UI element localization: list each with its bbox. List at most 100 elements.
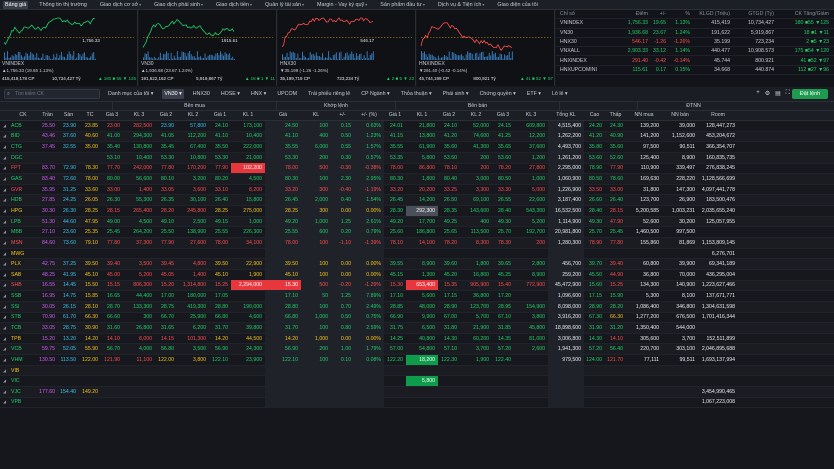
column-header[interactable]: KL 3	[123, 111, 155, 120]
stock-symbol[interactable]: MSN	[9, 238, 37, 248]
index-table-row[interactable]: VNINDEX 1,756.33 19.65 1.13% 415,419 10,734,4…	[556, 19, 834, 29]
price-row[interactable]: ◢ DGC 53.10 10,400 53.30 10,800 53.30 21,000 53.…	[0, 152, 834, 164]
pin-icon[interactable]: ◢	[0, 323, 9, 333]
pin-icon[interactable]: ◢	[0, 206, 9, 216]
topnav-item[interactable]: Giao dịch cơ sở▾	[98, 1, 143, 9]
topnav-item[interactable]: Quản lý tài sản▾	[263, 1, 306, 9]
pin-icon[interactable]: ◢	[0, 280, 9, 290]
pin-icon[interactable]: ◢	[0, 153, 9, 163]
index-table-row[interactable]: VN30 1,936.68 23.67 1.24% 191,622 5,919,867 18…	[556, 29, 834, 38]
price-row[interactable]: ◢ HPG 30.30 26.30 28.25 28.15 265,400 28.20 245,…	[0, 205, 834, 217]
price-row[interactable]: ◢ FPT 83.70 72.90 78.30 77.70 242,000 77.80 170,…	[0, 163, 834, 175]
column-header[interactable]: Giá 2	[438, 111, 460, 120]
topnav-item[interactable]: Giao dịch tiền▾	[214, 1, 254, 9]
pin-icon[interactable]: ◢	[0, 131, 9, 141]
price-row[interactable]: ◢ VIC 5,800	[0, 376, 834, 388]
column-header[interactable]: KL 3	[514, 111, 548, 120]
price-row[interactable]: ◢ VIB	[0, 365, 834, 377]
stock-symbol[interactable]: GVR	[9, 185, 37, 195]
pin-icon[interactable]: ◢	[0, 249, 9, 259]
market-tab[interactable]: HNX ▾	[249, 89, 268, 99]
price-row[interactable]: ◢ LPB 51.30 44.60 47.95 49.00 4,500 49.10 2,500 4…	[0, 216, 834, 228]
pin-icon[interactable]: ◢	[0, 355, 9, 365]
market-tab[interactable]: Danh mục của tôi ▾	[106, 89, 155, 99]
stock-symbol[interactable]: VIC	[9, 376, 37, 386]
pin-icon[interactable]: ◢	[0, 238, 9, 248]
market-tab[interactable]: HNX30	[191, 89, 212, 99]
topnav-item[interactable]: Thông tin thị trường	[37, 1, 89, 9]
stock-symbol[interactable]: HPG	[9, 206, 37, 216]
stock-symbol[interactable]: SAB	[9, 270, 37, 280]
pin-icon[interactable]: ◢	[0, 163, 9, 173]
market-tab[interactable]: HOSE ▾	[219, 89, 242, 99]
price-row[interactable]: ◢ TCB 33.05 28.75 30.90 31.60 26,800 31.65 6,200…	[0, 323, 834, 334]
price-row[interactable]: ◢ GVR 35.95 31.25 33.60 33.00 1,400 33.05 3,600 3…	[0, 184, 834, 196]
stock-symbol[interactable]: DGC	[9, 153, 37, 163]
column-header[interactable]: KL 1	[231, 111, 265, 120]
price-row[interactable]: ◢ SSI 30.05 26.15 28.10 28.70 133,300 28.75 419,…	[0, 301, 834, 313]
pin-icon[interactable]: ◢	[0, 270, 9, 280]
market-tab[interactable]: ETF ▾	[525, 89, 543, 99]
price-row[interactable]: ◢ BID 43.46 37.60 40.60 41.00 294,300 41.05 112,…	[0, 131, 834, 143]
pin-icon[interactable]: ◢	[0, 312, 9, 322]
column-header[interactable]: KL	[301, 111, 331, 120]
column-header[interactable]: Giá 2	[155, 111, 177, 120]
price-row[interactable]: ◢ ACB 25.50 23.90 23.85 23.00 282,500 23.90 57,8…	[0, 120, 834, 132]
column-header[interactable]: Giá 3	[101, 111, 123, 120]
stock-symbol[interactable]: BID	[9, 131, 37, 141]
stock-symbol[interactable]: PLX	[9, 259, 37, 269]
index-chart[interactable]: 1915.61 VN30 ▲1,936.68 (23.67 1.24%) 191,62…	[139, 10, 277, 86]
market-tab[interactable]: Chứng quyền ▾	[478, 89, 518, 99]
stock-symbol[interactable]: VHM	[9, 355, 37, 365]
column-header[interactable]: Trần	[37, 111, 58, 120]
column-header[interactable]: CK	[9, 111, 37, 120]
column-header[interactable]: NN bán	[662, 111, 698, 120]
column-header[interactable]: Giá 1	[384, 111, 406, 120]
pin-icon[interactable]: ◢	[0, 334, 9, 344]
index-table-row[interactable]: HNXUPCOMINI 115.61 0.17 0.15% 34.668 440.874 1…	[556, 66, 834, 76]
column-header[interactable]: NN mua	[626, 111, 662, 120]
search-input[interactable]: ⌕ Tìm kiếm CK	[4, 89, 100, 99]
stock-symbol[interactable]: VJC	[9, 387, 37, 397]
stock-symbol[interactable]: MBB	[9, 227, 37, 237]
market-tab[interactable]: CP Ngành ▾	[359, 89, 391, 99]
add-icon[interactable]: +	[756, 90, 760, 97]
price-row[interactable]: ◢ CTG 37.45 32.55 35.00 35.40 130,800 35.45 67,4…	[0, 142, 834, 153]
pin-icon[interactable]: ◢	[0, 397, 9, 407]
index-table-row[interactable]: HNX30 546.17 -1.26 -1.26% 35.199 723,234 2 ■5 …	[556, 38, 834, 48]
stock-symbol[interactable]: VPB	[9, 397, 37, 407]
stock-symbol[interactable]: MWG	[9, 249, 37, 259]
stock-symbol[interactable]: LPB	[9, 217, 37, 227]
column-config-icon[interactable]: ▤	[775, 90, 781, 97]
pin-icon[interactable]: ◢	[0, 376, 9, 386]
price-row[interactable]: ◢ STB 70.90 61.70 66.30 66.60 300 66.70 25,900 66…	[0, 312, 834, 324]
index-chart[interactable]: HNXINDEX ▼291.40 (-0.42 -0.14%) 45,744,199…	[417, 10, 555, 86]
index-chart[interactable]: 546.17 HNX30 ▼35.199 (-1.26 -1.26%) 35,199,…	[278, 10, 416, 86]
stock-symbol[interactable]: TPB	[9, 334, 37, 344]
pin-icon[interactable]: ◢	[0, 142, 9, 152]
stock-symbol[interactable]: TCB	[9, 323, 37, 333]
stock-symbol[interactable]: GAS	[9, 174, 37, 184]
settings-icon[interactable]: ⚙	[765, 90, 770, 97]
column-header[interactable]: Sàn	[58, 111, 79, 120]
column-header[interactable]: Giá 1	[209, 111, 231, 120]
topnav-item[interactable]: Giao dịch phái sinh▾	[152, 1, 205, 9]
price-row[interactable]: ◢ VHM 130.50 113.50 122.00 121.90 11,100 122.00…	[0, 354, 834, 366]
topnav-item[interactable]: Dịch vụ & Tiện ích▾	[436, 1, 486, 9]
pin-icon[interactable]: ◢	[0, 387, 9, 397]
column-header[interactable]: TC	[79, 111, 101, 120]
pin-icon[interactable]: ◢	[0, 344, 9, 354]
column-header[interactable]: +/- (%)	[354, 111, 384, 120]
price-row[interactable]: ◢ VCB 59.75 52.05 55.90 56.70 4,000 56.80 3,500 5…	[0, 344, 834, 356]
price-row[interactable]: ◢ VPB 1,067,223,008	[0, 397, 834, 409]
pin-icon[interactable]: ◢	[0, 259, 9, 269]
pin-icon[interactable]: ◢	[0, 195, 9, 205]
pin-icon[interactable]: ◢	[0, 185, 9, 195]
index-chart[interactable]: 1,756.33 VNINDEX ▲1,756.33 (19.65 1.13%) 41…	[0, 10, 138, 86]
column-header[interactable]: Cao	[584, 111, 605, 120]
pin-icon[interactable]: ◢	[0, 302, 9, 312]
market-tab[interactable]: VN30 ▾	[162, 89, 184, 99]
pin-icon[interactable]: ◢	[0, 291, 9, 301]
stock-symbol[interactable]: VCB	[9, 344, 37, 354]
price-row[interactable]: ◢ MSN 84.60 73.60 79.10 77.80 37,300 77.90 27,60…	[0, 237, 834, 249]
